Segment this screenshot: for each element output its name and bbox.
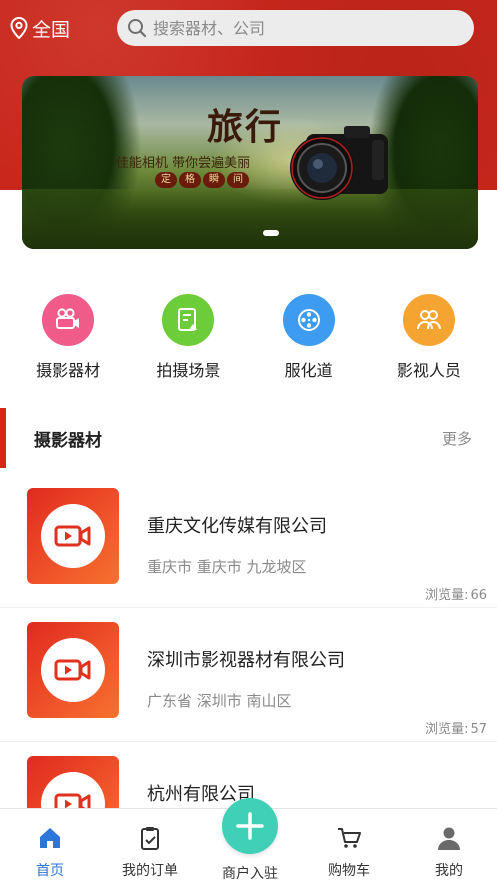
tab-my-orders[interactable]: 我的订单	[110, 825, 190, 880]
banner-subtitle: 佳能相机 带你尝遍美丽	[116, 156, 251, 171]
clipboard-icon	[141, 827, 159, 850]
company-thumbnail	[27, 756, 119, 808]
home-icon	[40, 828, 60, 848]
view-count: 浏览量: 57	[425, 718, 487, 737]
tab-label: 购物车	[328, 863, 370, 879]
category-label: 服化道	[284, 361, 333, 380]
list-item[interactable]: 深圳市影视器材有限公司 广东省 深圳市 南山区 浏览量: 57	[0, 608, 497, 742]
section-header: 摄影器材 更多	[0, 408, 497, 468]
category-camera-equipment[interactable]: 摄影器材	[13, 294, 123, 381]
tab-label: 首页	[36, 863, 64, 879]
location-selector[interactable]: 全国	[10, 13, 70, 43]
company-name: 深圳市影视器材有限公司	[147, 650, 345, 671]
video-camera-icon	[54, 659, 91, 681]
view-count-value: 66	[470, 588, 487, 603]
banner-title: 旅行	[207, 106, 284, 148]
category-label: 影视人员	[396, 361, 461, 380]
view-count-label: 浏览量:	[425, 588, 469, 603]
category-film-crew[interactable]: 影视人员	[374, 294, 484, 381]
tab-home[interactable]: 首页	[10, 825, 90, 880]
banner-stamp: 定	[155, 172, 177, 188]
location-pin-icon	[10, 17, 28, 39]
scene-icon	[162, 294, 215, 346]
plus-icon	[236, 812, 264, 840]
company-thumbnail	[27, 488, 119, 584]
video-camera-icon	[54, 525, 91, 547]
list-item[interactable]: 重庆文化传媒有限公司 重庆市 重庆市 九龙坡区 浏览量: 66	[0, 474, 497, 608]
tab-cart[interactable]: 购物车	[309, 825, 389, 880]
camera-equipment-icon	[42, 294, 95, 346]
camera-image	[290, 126, 388, 200]
people-icon	[402, 294, 455, 346]
company-address: 广东省 深圳市 南山区	[147, 692, 292, 710]
company-name: 重庆文化传媒有限公司	[147, 516, 327, 537]
search-input[interactable]	[153, 18, 453, 38]
banner-stamp: 瞬	[203, 172, 225, 188]
section-title: 摄影器材	[34, 431, 102, 451]
banner-stamp: 间	[227, 172, 249, 188]
category-label: 摄影器材	[36, 361, 101, 380]
category-shooting-scene[interactable]: 拍摄场景	[133, 294, 243, 381]
merchant-join-label: 商户入驻	[222, 866, 278, 882]
category-grid: 摄影器材 拍摄场景 服化道 影视人员	[0, 294, 497, 381]
carousel-indicator-dot[interactable]	[263, 230, 279, 236]
category-label: 拍摄场景	[156, 361, 221, 380]
film-reel-icon	[282, 294, 335, 346]
tab-label: 我的订单	[122, 863, 178, 879]
search-bar[interactable]	[117, 10, 474, 46]
banner-carousel[interactable]: 旅行 佳能相机 带你尝遍美丽 定 格 瞬 间	[22, 76, 478, 249]
banner-stamp: 格	[179, 172, 201, 188]
view-count-value: 57	[470, 722, 487, 737]
view-count-label: 浏览量:	[425, 722, 469, 737]
user-icon	[438, 827, 460, 850]
location-label: 全国	[32, 18, 71, 41]
more-link[interactable]: 更多	[442, 428, 472, 449]
section-accent-bar	[0, 408, 6, 468]
tab-label: 我的	[435, 863, 463, 879]
merchant-join-button[interactable]	[222, 798, 278, 854]
shopping-cart-icon	[338, 828, 361, 848]
view-count: 浏览量: 66	[425, 584, 487, 603]
company-thumbnail	[27, 622, 119, 718]
banner-stamps: 定 格 瞬 间	[155, 172, 249, 188]
video-camera-icon	[54, 793, 91, 808]
tab-mine[interactable]: 我的	[409, 825, 489, 880]
company-list: 重庆文化传媒有限公司 重庆市 重庆市 九龙坡区 浏览量: 66 深圳市影视器材有限…	[0, 474, 497, 808]
category-costume-makeup-props[interactable]: 服化道	[254, 294, 364, 381]
company-address: 重庆市 重庆市 九龙坡区	[147, 558, 307, 576]
search-icon	[128, 19, 147, 38]
banner-grass	[22, 189, 478, 249]
